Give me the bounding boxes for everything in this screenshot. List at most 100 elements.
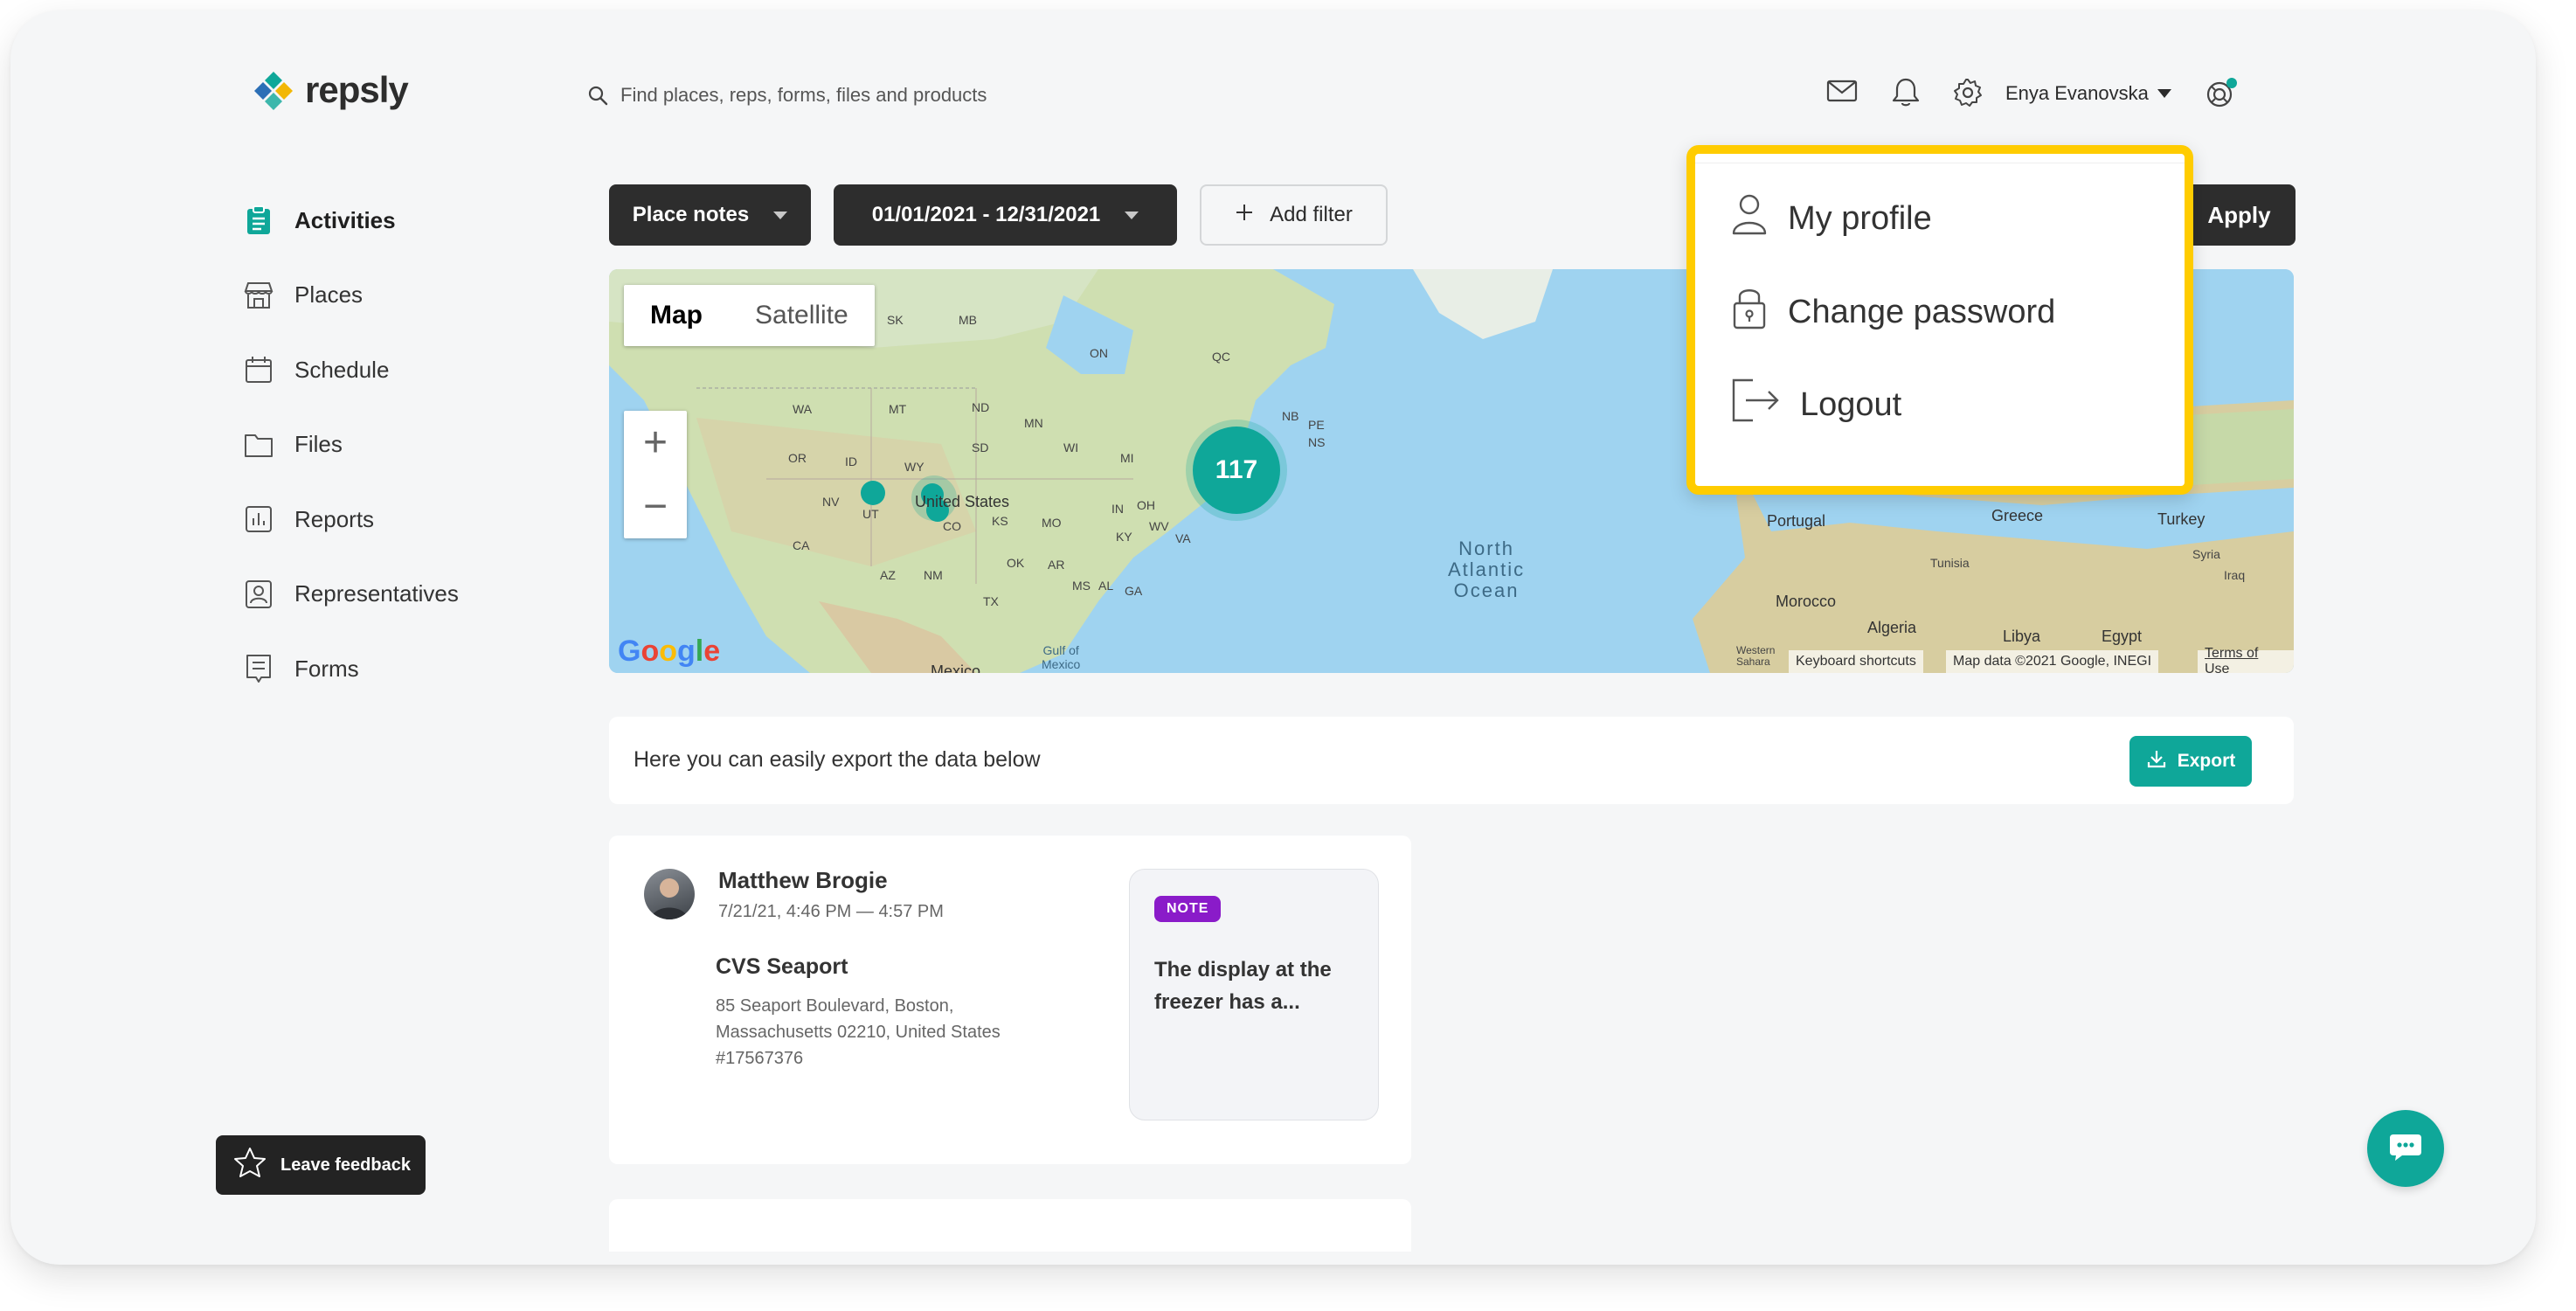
- star-icon: [233, 1147, 267, 1183]
- map-label-gulf: Gulf of Mexico: [1042, 643, 1081, 671]
- map-label-state: GA: [1125, 584, 1143, 598]
- map-label-state: QC: [1212, 350, 1230, 364]
- search-input[interactable]: [620, 84, 1145, 107]
- map-label-state: VA: [1175, 531, 1191, 545]
- map-label-state: NV: [822, 495, 840, 509]
- note-preview[interactable]: NOTE The display at the freezer has a...: [1129, 869, 1379, 1120]
- map-label-tunisia: Tunisia: [1930, 556, 1970, 570]
- map-label-state: CA: [793, 538, 810, 552]
- sidebar-item-representatives[interactable]: Representatives: [242, 579, 459, 610]
- help-icon[interactable]: [2204, 77, 2239, 116]
- map-label-egypt: Egypt: [2102, 628, 2143, 645]
- map-label-state: MS: [1072, 579, 1091, 593]
- sidebar-item-activities[interactable]: Activities: [242, 205, 459, 236]
- map-cluster-marker[interactable]: 117: [1193, 427, 1280, 514]
- chevron-down-icon: [1125, 211, 1139, 219]
- date-range-filter[interactable]: 01/01/2021 - 12/31/2021: [834, 184, 1177, 246]
- map-label-state: WI: [1063, 440, 1079, 454]
- person-badge-icon: [242, 578, 275, 611]
- activity-card-partial[interactable]: [609, 1199, 1411, 1252]
- map-label-ocean: North Atlantic Ocean: [1448, 538, 1526, 601]
- map-label-state: MN: [1024, 416, 1043, 430]
- logo-text: repsly: [305, 69, 409, 110]
- sidebar-item-places[interactable]: Places: [242, 280, 459, 311]
- map-label-state: ON: [1090, 346, 1108, 360]
- sidebar-item-label: Files: [294, 431, 343, 457]
- avatar: [644, 869, 695, 919]
- feedback-label: Leave feedback: [280, 1155, 411, 1175]
- map-label-state: AR: [1048, 558, 1065, 572]
- activity-card[interactable]: Matthew Brogie 7/21/21, 4:46 PM — 4:57 P…: [609, 836, 1411, 1164]
- map-label-state: AZ: [880, 568, 896, 582]
- map-type-toggle: Map Satellite: [624, 285, 875, 346]
- plus-icon: [1235, 203, 1254, 228]
- zoom-controls: + −: [624, 411, 687, 538]
- map-label-state: SD: [972, 440, 989, 454]
- map-label-state: OK: [1007, 556, 1025, 570]
- map-label-state: MB: [959, 313, 977, 327]
- map-label-state: CO: [943, 519, 961, 533]
- sidebar-item-files[interactable]: Files: [242, 429, 459, 461]
- map-label-mexico: Mexico: [931, 662, 981, 673]
- change-password-item[interactable]: Change password: [1730, 284, 2055, 340]
- activity-type-filter[interactable]: Place notes: [609, 184, 811, 246]
- rep-name[interactable]: Matthew Brogie: [718, 867, 888, 894]
- export-label: Export: [2177, 751, 2236, 771]
- form-icon: [242, 652, 275, 685]
- satellite-view-button[interactable]: Satellite: [729, 285, 875, 346]
- export-button[interactable]: Export: [2129, 736, 2252, 787]
- chat-button[interactable]: [2367, 1110, 2444, 1187]
- mail-icon[interactable]: [1826, 77, 1858, 109]
- sidebar-item-schedule[interactable]: Schedule: [242, 354, 459, 385]
- map-label-syria: Syria: [2192, 547, 2220, 561]
- date-range-label: 01/01/2021 - 12/31/2021: [871, 203, 1101, 226]
- sidebar-item-forms[interactable]: Forms: [242, 653, 459, 684]
- repsly-logo[interactable]: repsly: [251, 68, 409, 112]
- map-label-algeria: Algeria: [1867, 619, 1917, 636]
- map-data-attribution: Map data ©2021 Google, INEGI: [1946, 650, 2159, 673]
- terms-of-use-link[interactable]: Terms of Use: [2198, 646, 2294, 673]
- map-label-state: KS: [992, 514, 1008, 528]
- logout-icon: [1730, 377, 1781, 433]
- map-label-state: MT: [889, 402, 907, 416]
- map-label-state: NB: [1282, 409, 1299, 423]
- place-address: 85 Seaport Boulevard, Boston, Massachuse…: [716, 993, 1048, 1072]
- map-label-state: WA: [793, 402, 813, 416]
- map-label-state: OR: [788, 451, 807, 465]
- sidebar-item-label: Forms: [294, 655, 359, 682]
- map-label-state: IN: [1111, 502, 1124, 516]
- logout-item[interactable]: Logout: [1730, 377, 1901, 433]
- add-filter-button[interactable]: Add filter: [1200, 184, 1388, 246]
- profile-dropdown: My profile Change password Logout: [1686, 145, 2193, 495]
- my-profile-item[interactable]: My profile: [1730, 191, 1932, 246]
- zoom-out-button[interactable]: −: [624, 475, 687, 538]
- map-label-state: WY: [904, 460, 924, 474]
- map-label-morocco: Morocco: [1776, 593, 1837, 610]
- map-label-state: NM: [924, 568, 943, 582]
- place-name[interactable]: CVS Seaport: [716, 954, 848, 980]
- map-label-iraq: Iraq: [2224, 568, 2246, 582]
- map-label-state: ND: [972, 400, 990, 414]
- map-label-greece: Greece: [1991, 507, 2044, 524]
- search-icon: [587, 85, 608, 106]
- export-description: Here you can easily export the data belo…: [634, 747, 1041, 772]
- zoom-in-button[interactable]: +: [624, 411, 687, 475]
- lock-icon: [1730, 284, 1769, 340]
- keyboard-shortcuts-link[interactable]: Keyboard shortcuts: [1789, 650, 1923, 673]
- gear-icon[interactable]: [1952, 77, 1984, 113]
- download-icon: [2146, 748, 2167, 774]
- sidebar-nav: Activities Places Schedule Files Reports: [242, 205, 459, 728]
- map-label-state: MI: [1120, 451, 1134, 465]
- bell-icon[interactable]: [1891, 77, 1921, 113]
- map-label-state: WV: [1149, 519, 1169, 533]
- activity-time: 7/21/21, 4:46 PM — 4:57 PM: [718, 902, 944, 921]
- map-label-state: NS: [1308, 435, 1326, 449]
- leave-feedback-button[interactable]: Leave feedback: [216, 1135, 426, 1195]
- sidebar-item-reports[interactable]: Reports: [242, 503, 459, 535]
- global-search[interactable]: [587, 84, 1145, 107]
- apply-button[interactable]: Apply: [2183, 184, 2296, 246]
- user-menu[interactable]: Enya Evanovska: [2005, 82, 2171, 105]
- my-profile-label: My profile: [1788, 199, 1932, 237]
- map-label-state: KY: [1116, 530, 1132, 544]
- map-view-button[interactable]: Map: [624, 285, 729, 346]
